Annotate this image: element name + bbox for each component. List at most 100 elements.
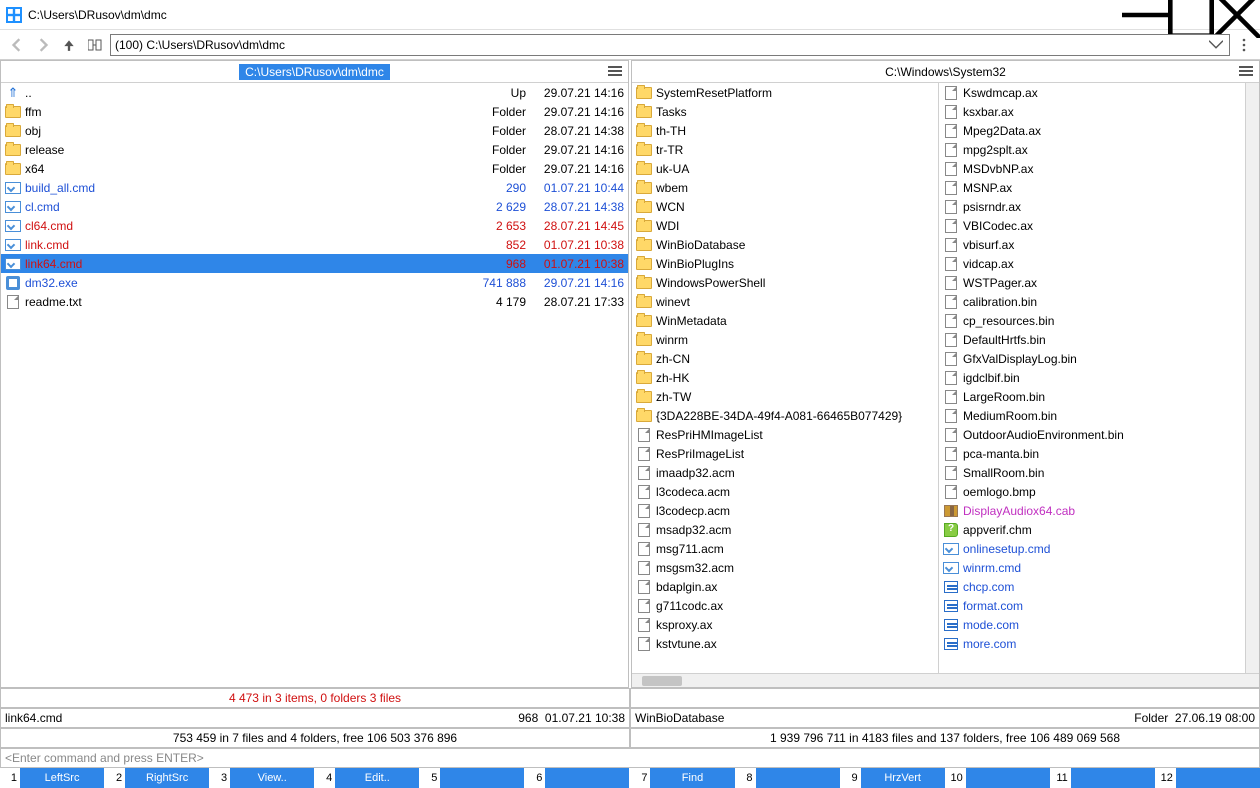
file-row[interactable]: appverif.chm [939, 520, 1245, 539]
file-row[interactable]: SmallRoom.bin [939, 463, 1245, 482]
fkey-4[interactable]: 4Edit.. [314, 768, 419, 788]
file-row[interactable]: GfxValDisplayLog.bin [939, 349, 1245, 368]
file-row[interactable]: DisplayAudiox64.cab [939, 501, 1245, 520]
file-row[interactable]: vbisurf.ax [939, 235, 1245, 254]
file-row[interactable]: chcp.com [939, 577, 1245, 596]
right-panel-menu-icon[interactable] [1239, 64, 1253, 81]
file-row[interactable]: mode.com [939, 615, 1245, 634]
left-panel-header[interactable]: C:\Users\DRusov\dm\dmc [1, 61, 628, 83]
file-row[interactable]: Kswdmcap.ax [939, 83, 1245, 102]
file-row[interactable]: l3codecp.acm [632, 501, 938, 520]
fkey-1[interactable]: 1LeftSrc [0, 768, 104, 788]
file-row[interactable]: wbem [632, 178, 938, 197]
command-input[interactable]: <Enter command and press ENTER> [0, 748, 1260, 768]
file-row[interactable]: readme.txt4 17928.07.21 17:33 [1, 292, 628, 311]
file-row[interactable]: cl64.cmd2 65328.07.21 14:45 [1, 216, 628, 235]
file-row[interactable]: zh-CN [632, 349, 938, 368]
file-row[interactable]: objFolder28.07.21 14:38 [1, 121, 628, 140]
address-bar[interactable]: (100) C:\Users\DRusov\dm\dmc [110, 34, 1230, 56]
fkey-2[interactable]: 2RightSrc [104, 768, 209, 788]
file-row[interactable]: ksproxy.ax [632, 615, 938, 634]
file-row[interactable]: mpg2splt.ax [939, 140, 1245, 159]
fkey-8[interactable]: 8 [735, 768, 840, 788]
file-row[interactable]: winrm [632, 330, 938, 349]
file-row[interactable]: ResPriImageList [632, 444, 938, 463]
file-row[interactable]: oemlogo.bmp [939, 482, 1245, 501]
file-row[interactable]: bdaplgin.ax [632, 577, 938, 596]
fkey-6[interactable]: 6 [524, 768, 629, 788]
file-row[interactable]: WSTPager.ax [939, 273, 1245, 292]
file-row[interactable]: DefaultHrtfs.bin [939, 330, 1245, 349]
horizontal-scrollbar[interactable] [632, 673, 1259, 687]
fkey-12[interactable]: 12 [1155, 768, 1260, 788]
fkey-7[interactable]: 7Find [629, 768, 734, 788]
file-row[interactable]: link64.cmd96801.07.21 10:38 [1, 254, 628, 273]
file-row[interactable]: VBICodec.ax [939, 216, 1245, 235]
file-row[interactable]: zh-TW [632, 387, 938, 406]
file-row[interactable]: tr-TR [632, 140, 938, 159]
file-row[interactable]: WinMetadata [632, 311, 938, 330]
file-row[interactable]: vidcap.ax [939, 254, 1245, 273]
file-row[interactable]: OutdoorAudioEnvironment.bin [939, 425, 1245, 444]
file-row[interactable]: winrm.cmd [939, 558, 1245, 577]
file-row[interactable]: pca-manta.bin [939, 444, 1245, 463]
file-row[interactable]: kstvtune.ax [632, 634, 938, 653]
file-row[interactable]: LargeRoom.bin [939, 387, 1245, 406]
fkey-10[interactable]: 10 [945, 768, 1050, 788]
file-row[interactable]: releaseFolder29.07.21 14:16 [1, 140, 628, 159]
file-row[interactable]: cp_resources.bin [939, 311, 1245, 330]
left-file-list[interactable]: ⇑..Up29.07.21 14:16ffmFolder29.07.21 14:… [1, 83, 628, 687]
file-row[interactable]: ⇑..Up29.07.21 14:16 [1, 83, 628, 102]
file-row[interactable]: l3codeca.acm [632, 482, 938, 501]
address-dropdown-icon[interactable] [1207, 38, 1225, 52]
file-row[interactable]: igdclbif.bin [939, 368, 1245, 387]
nav-back-button[interactable] [6, 34, 28, 56]
file-row[interactable]: WindowsPowerShell [632, 273, 938, 292]
file-row[interactable]: onlinesetup.cmd [939, 539, 1245, 558]
file-row[interactable]: link.cmd85201.07.21 10:38 [1, 235, 628, 254]
file-row[interactable]: x64Folder29.07.21 14:16 [1, 159, 628, 178]
file-row[interactable]: msadp32.acm [632, 520, 938, 539]
menu-button[interactable] [1234, 38, 1254, 52]
vertical-scrollbar[interactable] [1245, 83, 1259, 673]
minimize-button[interactable] [1122, 0, 1168, 30]
nav-swap-button[interactable] [84, 34, 106, 56]
fkey-11[interactable]: 11 [1050, 768, 1155, 788]
fkey-9[interactable]: 9HrzVert [840, 768, 945, 788]
file-row[interactable]: cl.cmd2 62928.07.21 14:38 [1, 197, 628, 216]
maximize-button[interactable] [1168, 0, 1214, 30]
file-row[interactable]: winevt [632, 292, 938, 311]
file-row[interactable]: ffmFolder29.07.21 14:16 [1, 102, 628, 121]
file-row[interactable]: zh-HK [632, 368, 938, 387]
fkey-5[interactable]: 5 [419, 768, 524, 788]
file-row[interactable]: WinBioPlugIns [632, 254, 938, 273]
file-row[interactable]: SystemResetPlatform [632, 83, 938, 102]
close-button[interactable] [1214, 0, 1260, 30]
file-row[interactable]: MSNP.ax [939, 178, 1245, 197]
file-row[interactable]: ksxbar.ax [939, 102, 1245, 121]
file-row[interactable]: build_all.cmd29001.07.21 10:44 [1, 178, 628, 197]
file-row[interactable]: more.com [939, 634, 1245, 653]
file-row[interactable]: {3DA228BE-34DA-49f4-A081-66465B077429} [632, 406, 938, 425]
file-row[interactable]: g711codc.ax [632, 596, 938, 615]
fkey-3[interactable]: 3View.. [209, 768, 314, 788]
file-row[interactable]: format.com [939, 596, 1245, 615]
nav-up-button[interactable] [58, 34, 80, 56]
file-row[interactable]: dm32.exe741 88829.07.21 14:16 [1, 273, 628, 292]
file-row[interactable]: psisrndr.ax [939, 197, 1245, 216]
file-row[interactable]: WDI [632, 216, 938, 235]
file-row[interactable]: uk-UA [632, 159, 938, 178]
file-row[interactable]: imaadp32.acm [632, 463, 938, 482]
file-row[interactable]: msg711.acm [632, 539, 938, 558]
nav-forward-button[interactable] [32, 34, 54, 56]
file-row[interactable]: Mpeg2Data.ax [939, 121, 1245, 140]
file-row[interactable]: msgsm32.acm [632, 558, 938, 577]
right-panel-header[interactable]: C:\Windows\System32 [632, 61, 1259, 83]
file-row[interactable]: calibration.bin [939, 292, 1245, 311]
file-row[interactable]: WCN [632, 197, 938, 216]
file-row[interactable]: Tasks [632, 102, 938, 121]
file-row[interactable]: WinBioDatabase [632, 235, 938, 254]
file-row[interactable]: th-TH [632, 121, 938, 140]
right-file-list[interactable]: SystemResetPlatformTasksth-THtr-TRuk-UAw… [632, 83, 1259, 673]
file-row[interactable]: ResPriHMImageList [632, 425, 938, 444]
